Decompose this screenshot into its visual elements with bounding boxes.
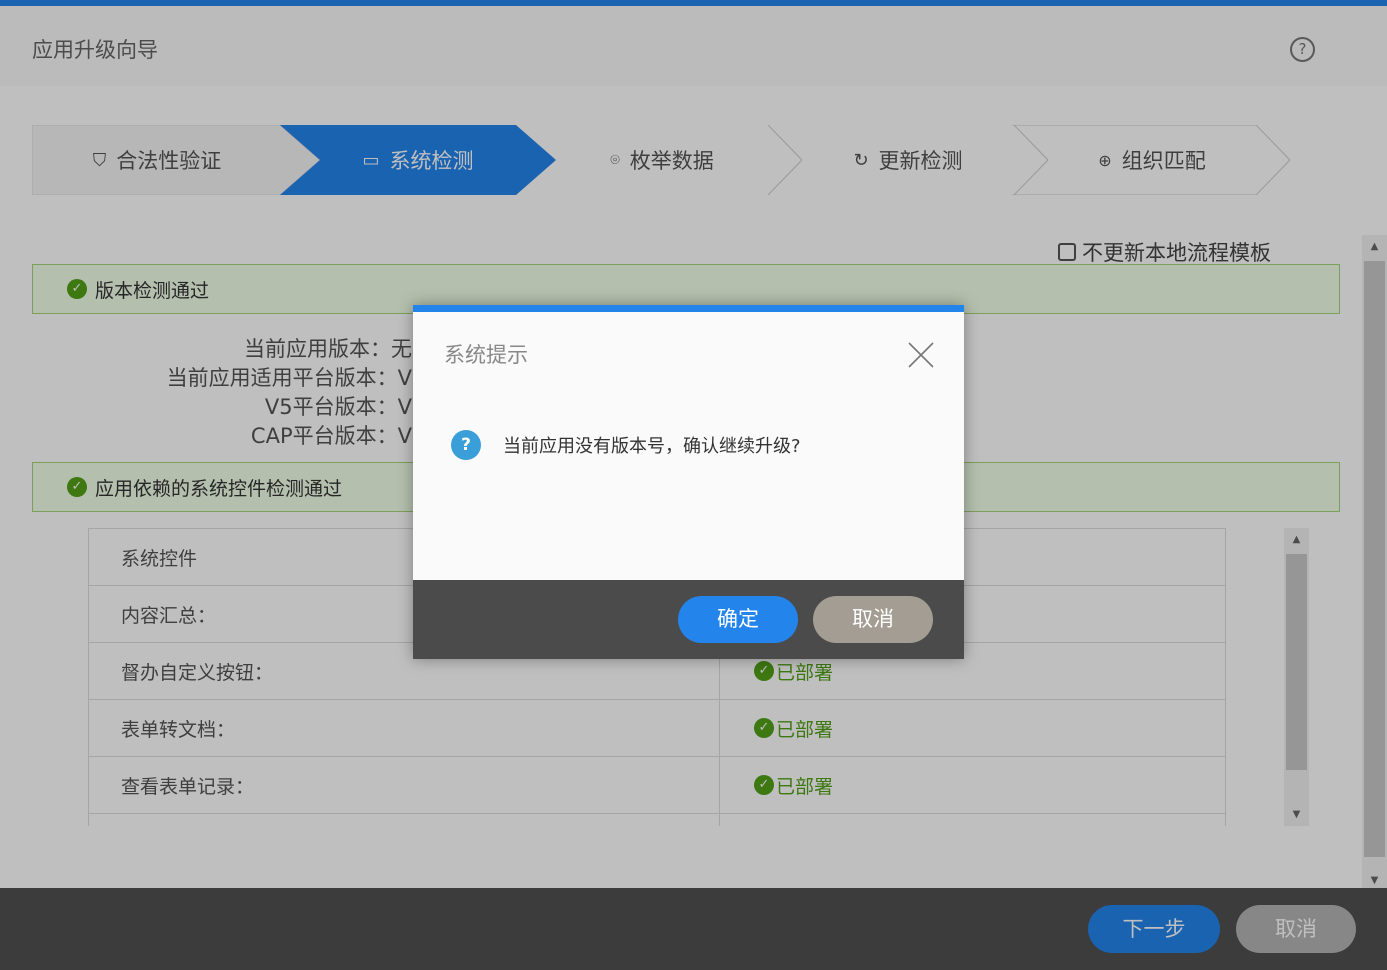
question-icon: ? [451, 430, 481, 460]
dialog-footer: 确定 取消 [413, 580, 964, 659]
close-icon[interactable] [907, 341, 935, 369]
system-prompt-dialog: 系统提示 ? 当前应用没有版本号，确认继续升级? 确定 取消 [413, 305, 964, 659]
dialog-message: ? 当前应用没有版本号，确认继续升级? [451, 430, 801, 460]
dialog-cancel-button[interactable]: 取消 [813, 596, 933, 643]
dialog-title: 系统提示 [444, 343, 528, 367]
confirm-button[interactable]: 确定 [678, 596, 798, 643]
dialog-accent-bar [413, 305, 964, 312]
message-text: 当前应用没有版本号，确认继续升级? [503, 436, 801, 457]
